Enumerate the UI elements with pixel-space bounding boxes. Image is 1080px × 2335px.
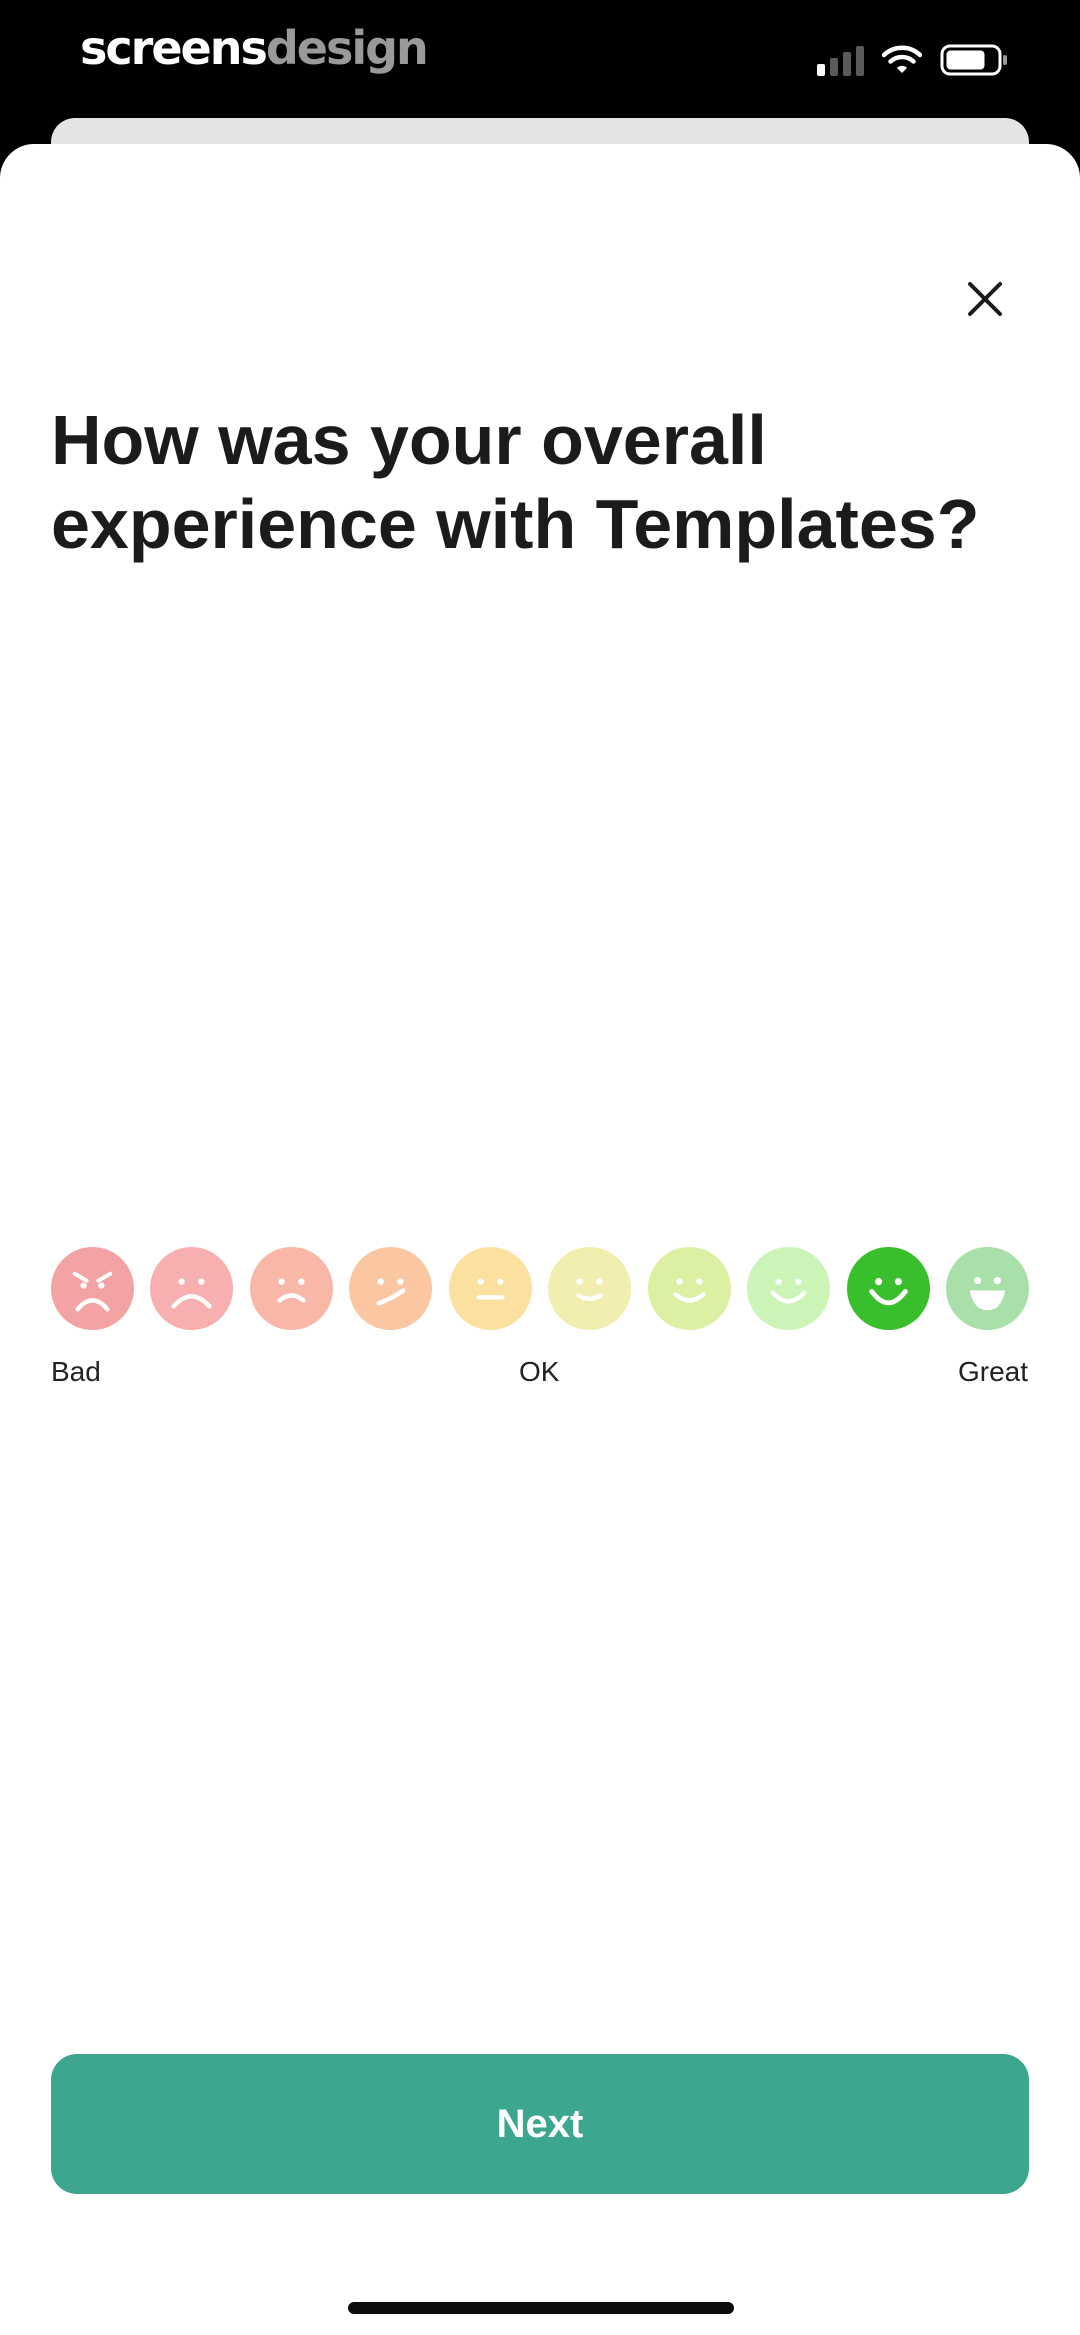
rating-option-3[interactable]: [249, 1247, 333, 1330]
status-icons: [817, 40, 1010, 80]
neutral-face-icon: [448, 1247, 532, 1330]
question-title: How was your overall experience with Tem…: [51, 401, 980, 563]
scale-label-ok: OK: [519, 1356, 560, 1387]
scale-label-bad: Bad: [51, 1356, 101, 1387]
rating-option-1[interactable]: [51, 1247, 134, 1330]
wifi-icon: [882, 45, 922, 73]
smile-face-icon: [647, 1247, 731, 1330]
cellular-signal-icon: [817, 44, 864, 76]
sad-face-icon: [150, 1247, 234, 1330]
rating-option-5[interactable]: [448, 1247, 532, 1330]
grin-face-icon: [945, 1247, 1029, 1330]
rating-option-9[interactable]: [846, 1247, 930, 1330]
brand-logo: screensdesign: [80, 21, 429, 75]
scale-label-great: Great: [957, 1356, 1028, 1387]
battery-icon: [940, 44, 1007, 76]
rating-option-8[interactable]: [747, 1247, 831, 1330]
rating-option-6[interactable]: [548, 1247, 632, 1330]
home-indicator: [348, 2302, 734, 2314]
happy-face-icon: [747, 1247, 831, 1330]
slight-smile-face-icon: [548, 1247, 632, 1330]
rating-option-7[interactable]: [647, 1247, 731, 1330]
frown-face-icon: [249, 1247, 333, 1330]
rating-option-10[interactable]: [945, 1247, 1029, 1330]
rating-option-4[interactable]: [349, 1247, 433, 1330]
big-smile-face-icon: [846, 1247, 930, 1330]
rating-scale: [51, 1247, 1029, 1331]
rating-option-2[interactable]: [150, 1247, 234, 1330]
close-button[interactable]: [950, 264, 1020, 334]
confused-face-icon: [349, 1247, 433, 1330]
status-bar: screensdesign: [0, 0, 1080, 120]
close-icon: [968, 282, 1002, 316]
angry-face-icon: [51, 1247, 134, 1330]
next-button[interactable]: Next: [51, 2054, 1029, 2194]
